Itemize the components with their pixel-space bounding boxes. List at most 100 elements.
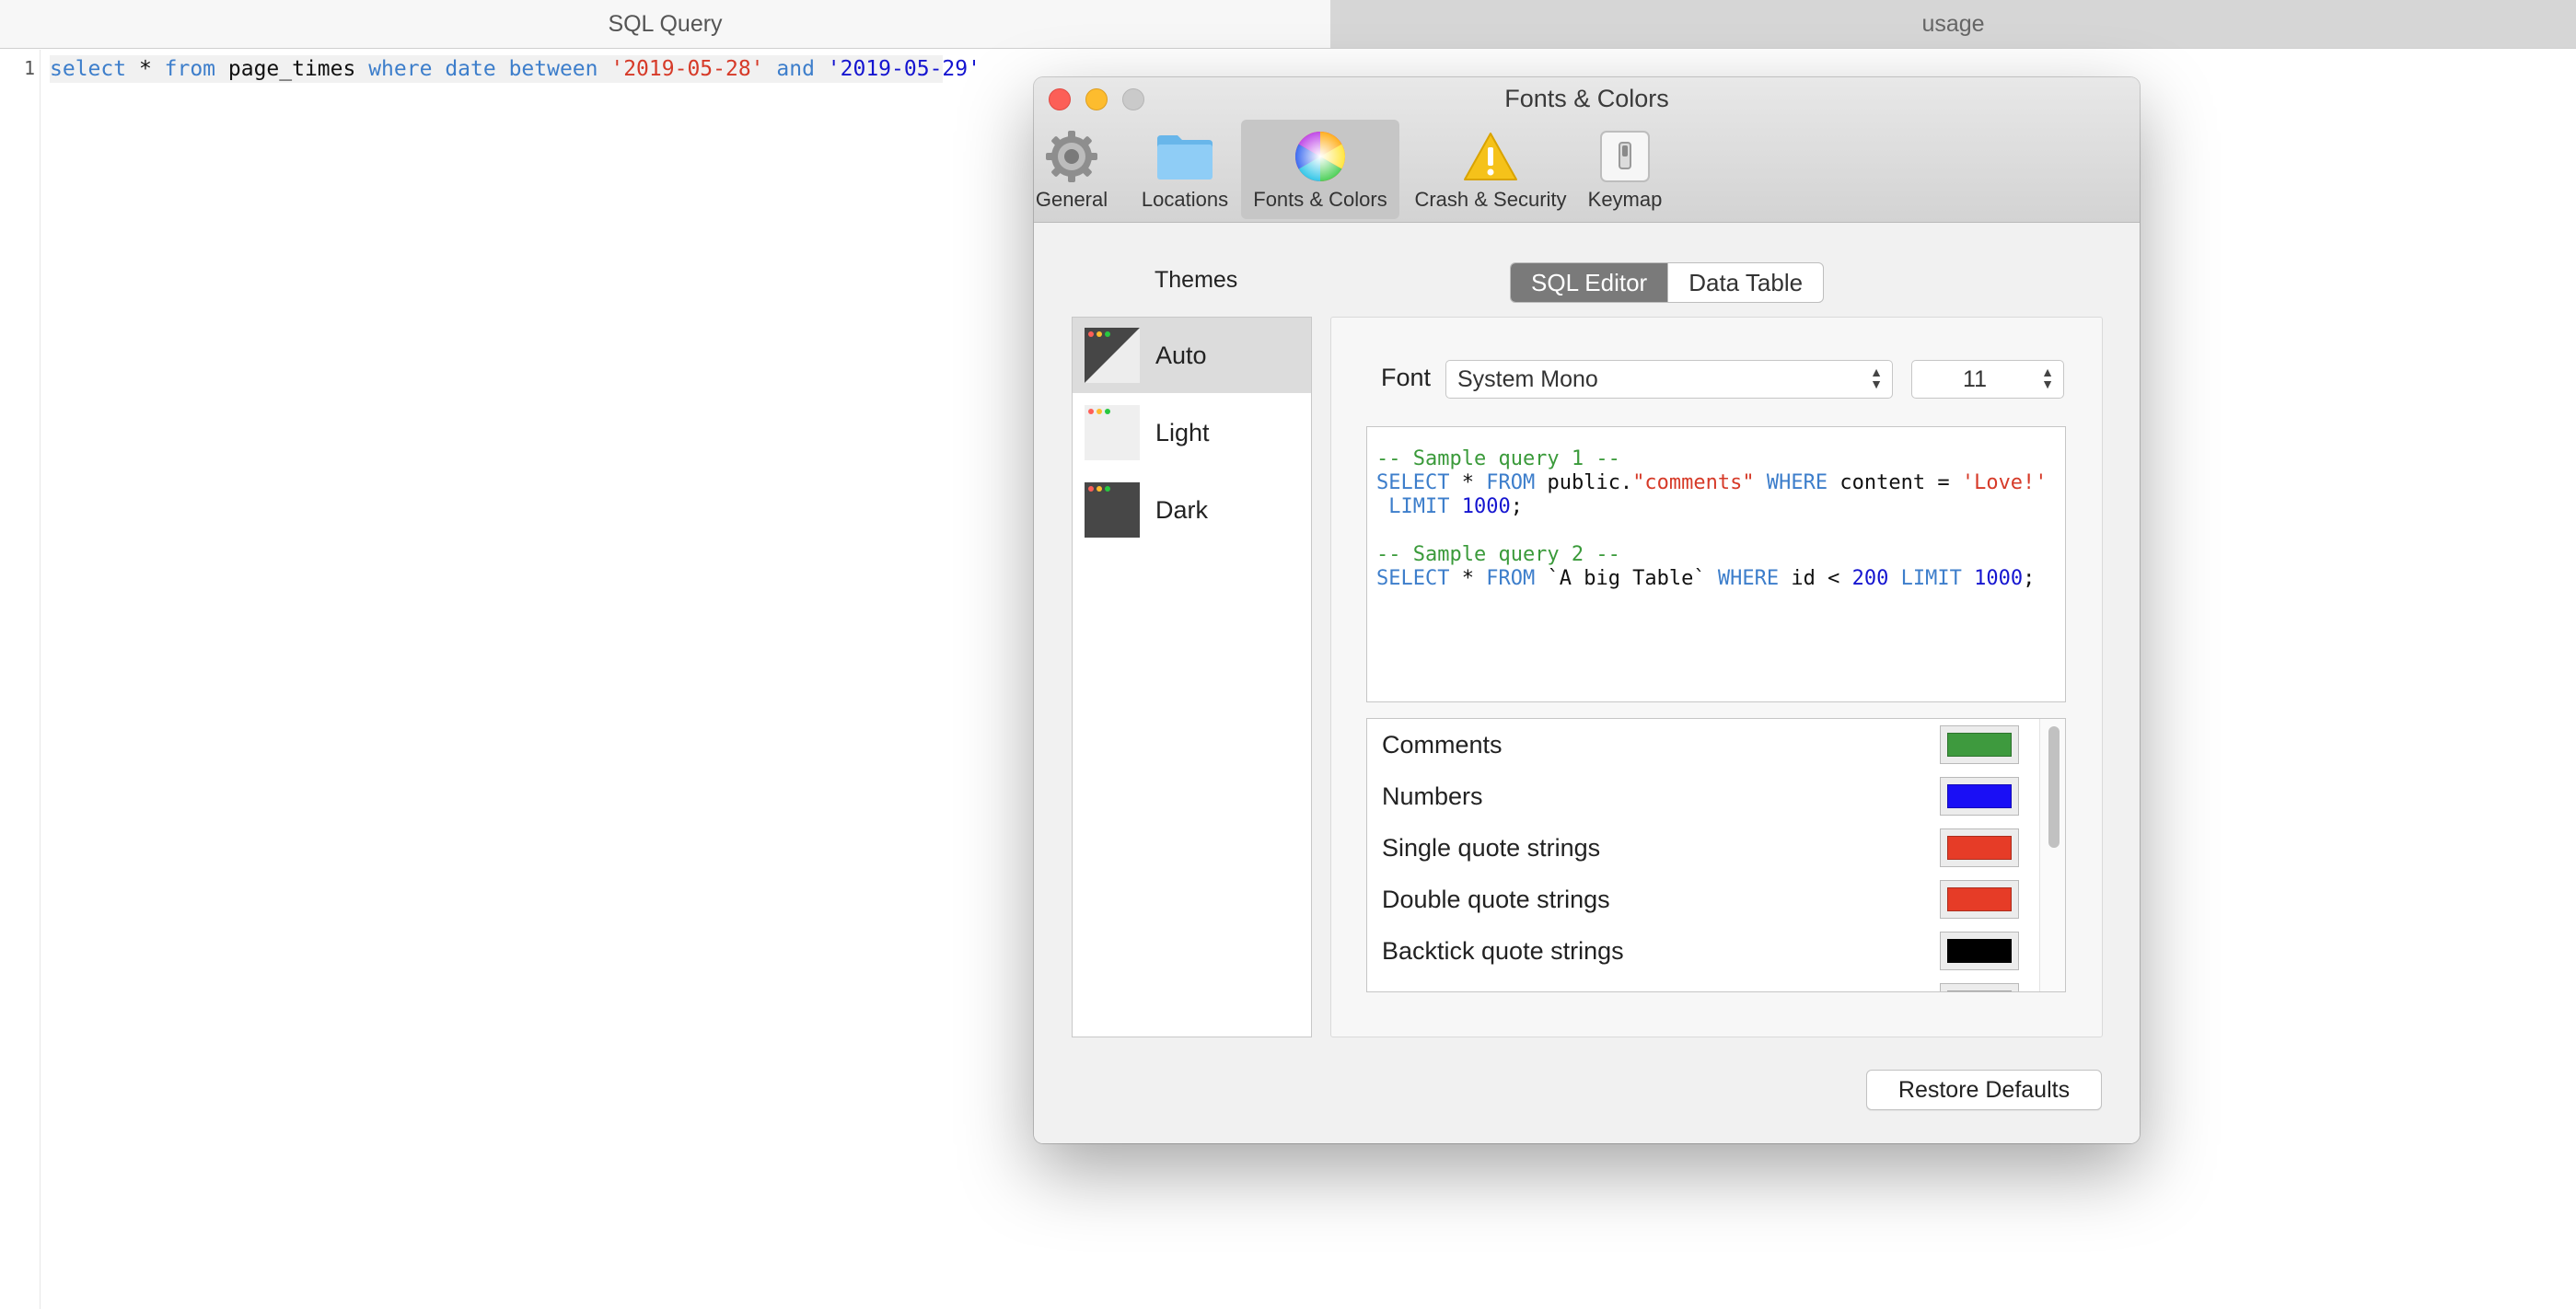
font-family-select[interactable]: System Mono ▲ ▼ [1445,360,1893,399]
preview-token: 200 [1851,567,1889,590]
theme-item-dark[interactable]: Dark [1073,472,1311,548]
code-token: '2019-05-28' [610,57,764,81]
folder-icon [1155,127,1214,186]
chevron-updown-icon: ▲ ▼ [2041,365,2054,391]
theme-item-auto[interactable]: Auto [1073,318,1311,393]
segment-data-table[interactable]: Data Table [1667,263,1823,302]
gear-icon [1042,127,1101,186]
color-well-button[interactable] [1940,983,2019,991]
toolbar-keymap[interactable]: Keymap [1584,120,1666,219]
theme-name: Dark [1155,495,1209,524]
preview-token: content = [1828,471,1962,494]
color-setting-label: Backtick quote strings [1382,936,1624,965]
dialog-toolbar: Fonts & Colors General Locations Fonts &… [1034,77,2140,223]
toolbar-fonts-colors[interactable]: Fonts & Colors [1241,120,1399,219]
toolbar-crash-security[interactable]: Crash & Security [1408,120,1573,219]
preview-token: `A big Table` [1535,567,1718,590]
color-swatch [1947,733,2012,757]
color-swatch [1947,836,2012,860]
preview-token: ; [1510,495,1523,518]
color-setting-row [1367,977,2039,991]
color-swatch [1947,939,2012,963]
color-well-button[interactable] [1940,932,2019,970]
theme-name: Light [1155,418,1210,446]
preview-token: ; [2023,567,2036,590]
color-setting-row: Double quote strings [1367,874,2039,925]
restore-defaults-button[interactable]: Restore Defaults [1866,1070,2102,1110]
tab-sql-query[interactable]: SQL Query [0,0,1330,49]
tab-usage[interactable]: usage [1330,0,2576,49]
color-setting-label: Numbers [1382,782,1483,810]
color-setting-row: Numbers [1367,770,2039,822]
line-number-gutter: 1 [0,50,41,1309]
font-size-select[interactable]: 11 ▲ ▼ [1911,360,2064,399]
toolbar-label: General [1035,188,1108,211]
preview-token: * [1449,567,1487,590]
preview-token: id < [1779,567,1852,590]
preview-line: SELECT * FROM public."comments" WHERE co… [1376,471,2065,495]
toolbar-label: Keymap [1587,188,1663,211]
segment-sql-editor[interactable]: SQL Editor [1511,263,1668,302]
preview-line [1376,519,2065,543]
toolbar-label: Fonts & Colors [1253,188,1387,211]
color-setting-label: Double quote strings [1382,885,1610,913]
preview-token [1376,519,1388,542]
window-title: Fonts & Colors [1504,85,1669,112]
code-token: page_times [215,57,369,81]
line-number: 1 [23,57,35,79]
color-setting-row: Single quote strings [1367,822,2039,874]
themes-list: Auto Light Dark [1072,317,1312,1037]
chevron-updown-icon: ▲ ▼ [1870,365,1883,391]
color-swatch [1947,784,2012,808]
scrollbar-thumb[interactable] [2048,726,2060,848]
color-well-button[interactable] [1940,777,2019,816]
preview-token: 1000 [1974,567,2024,590]
code-token: and [776,57,815,81]
color-well-button[interactable] [1940,880,2019,919]
theme-name: Auto [1155,341,1207,369]
preview-token: public. [1535,471,1633,494]
dialog-content: Themes Auto Light Dark SQL Editor Data T… [1034,223,2140,1143]
preview-token: -- Sample query 2 -- [1376,543,1620,566]
sql-preview: -- Sample query 1 -- SELECT * FROM public… [1366,426,2066,702]
color-wheel-icon [1291,127,1350,186]
color-swatch [1947,887,2012,911]
color-setting-row: Backtick quote strings [1367,925,2039,977]
tab-bar: SQL Query usage [0,0,2576,49]
toolbar-label: Locations [1141,188,1229,211]
preferences-dialog: Fonts & Colors General Locations Fonts &… [1034,77,2140,1143]
theme-dark-thumbnail [1085,482,1140,538]
syntax-color-list: Comments Numbers Single quote strings Doubl… [1366,718,2066,992]
font-family-value: System Mono [1457,365,1598,392]
code-token: from [164,57,216,81]
toolbar-locations[interactable]: Locations [1137,120,1233,219]
color-setting-row: Comments [1367,719,2039,770]
editor-table-segmented-control: SQL Editor Data Table [1510,262,1825,303]
code-token: date [445,57,496,81]
toolbar-general[interactable]: General [1036,120,1108,219]
code-line[interactable]: select * from page_times where date betw… [50,55,981,83]
color-setting-label: Single quote strings [1382,833,1601,862]
toolbar-label: Crash & Security [1414,188,1567,211]
preview-token [1888,567,1900,590]
preview-token [1376,495,1388,518]
preview-token: FROM [1486,567,1536,590]
color-well-button[interactable] [1940,828,2019,867]
color-list-scrollbar[interactable] [2039,719,2065,991]
settings-panel: Font System Mono ▲ ▼ 11 ▲ ▼ -- Sample quer… [1330,317,2103,1037]
preview-token [1755,471,1767,494]
preview-token: "comments" [1632,471,1755,494]
color-well-button[interactable] [1940,725,2019,764]
preview-line: SELECT * FROM `A big Table` WHERE id < 2… [1376,567,2065,591]
preview-token: WHERE [1717,567,1780,590]
theme-item-light[interactable]: Light [1073,395,1311,470]
preview-token: LIMIT [1388,495,1450,518]
warning-icon [1461,127,1520,186]
preview-token: -- Sample query 1 -- [1376,447,1620,470]
preview-token: LIMIT [1900,567,1962,590]
code-token: where [368,57,433,81]
preview-line: LIMIT 1000; [1376,495,2065,519]
theme-auto-thumbnail [1085,328,1140,383]
